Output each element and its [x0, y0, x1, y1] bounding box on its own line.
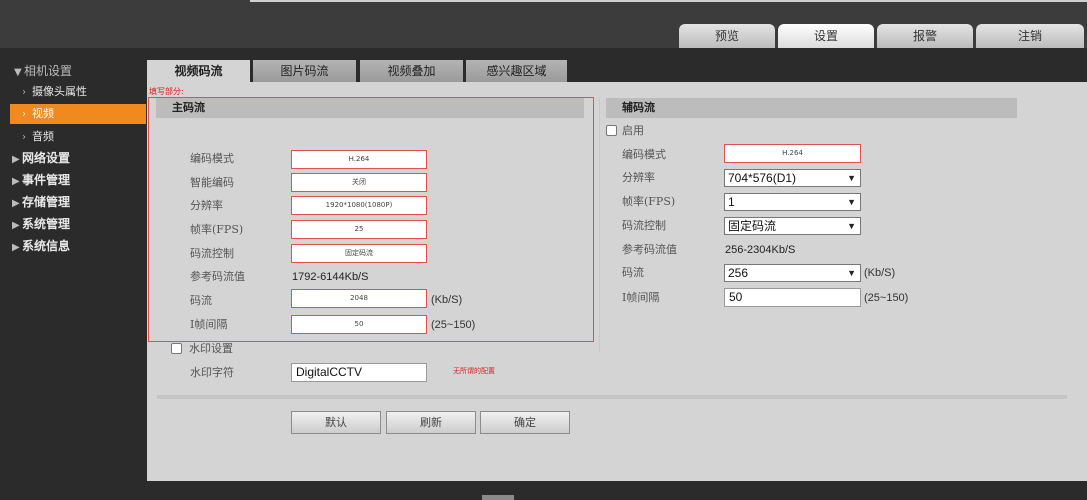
sidebar-item-camera-properties[interactable]: › 摄像头属性 — [0, 81, 147, 103]
sub-resolution-value: 704*576(D1) — [728, 171, 797, 185]
encoding-label: 编码模式 — [190, 152, 234, 165]
main-i-frame-field[interactable]: 50 — [291, 315, 427, 334]
sub-encoding-label: 编码模式 — [622, 148, 666, 161]
main-stream-header: 主码流 — [156, 98, 584, 118]
sidebar-item-video[interactable]: › 视频 — [10, 104, 146, 124]
horizontal-divider — [157, 395, 1067, 399]
nav-tab-preview[interactable]: 预览 — [679, 24, 775, 48]
sub-encoding-field[interactable]: H.264 — [724, 144, 861, 163]
triangle-right-icon: ▶ — [12, 176, 20, 187]
bottom-handle — [482, 495, 514, 500]
sidebar-item-network-settings[interactable]: ▶ 网络设置 — [0, 147, 147, 169]
i-frame-label: I帧间隔 — [190, 318, 228, 331]
sub-i-frame-range: (25~150) — [864, 292, 909, 304]
main-bitrate-field[interactable]: 2048 — [291, 289, 427, 308]
main-i-frame-range: (25~150) — [431, 319, 476, 331]
sub-ref-bitrate-label: 参考码流值 — [622, 243, 677, 256]
fill-area-note: 填写部分: — [149, 87, 184, 96]
triangle-right-icon: ▶ — [12, 154, 20, 165]
sub-resolution-select[interactable]: 704*576(D1) ▼ — [724, 169, 861, 187]
bottom-strip — [0, 481, 1087, 500]
watermark-checkbox[interactable] — [171, 343, 182, 354]
main-bitrate-unit: (Kb/S) — [431, 294, 463, 306]
top-strip — [250, 0, 1087, 2]
nav-tab-alarm[interactable]: 报警 — [877, 24, 973, 48]
resolution-label: 分辨率 — [190, 199, 223, 212]
sub-bitrate-value: 256 — [728, 266, 749, 280]
sub-bitrate-control-label: 码流控制 — [622, 219, 666, 232]
sidebar-item-label: 视频 — [32, 107, 54, 120]
no-config-note: 无所谓的配置 — [453, 367, 495, 375]
nav-tab-logout[interactable]: 注销 — [976, 24, 1084, 48]
sidebar-item-audio[interactable]: › 音频 — [0, 126, 147, 148]
watermark-enable-label: 水印设置 — [189, 342, 233, 355]
tab-picture-stream[interactable]: 图片码流 — [253, 60, 356, 82]
sidebar-item-label: 存储管理 — [22, 195, 71, 209]
chevron-down-icon: ▼ — [847, 197, 856, 207]
sub-bitrate-control-select[interactable]: 固定码流 ▼ — [724, 217, 861, 235]
sidebar-item-event-management[interactable]: ▶ 事件管理 — [0, 169, 147, 191]
chevron-down-icon: ▼ — [847, 268, 856, 278]
chevron-right-icon: › — [22, 132, 26, 143]
sub-enable-label: 启用 — [622, 124, 644, 137]
default-button[interactable]: 默认 — [291, 411, 381, 434]
sub-bitrate-control-value: 固定码流 — [728, 219, 777, 233]
watermark-text-label: 水印字符 — [190, 366, 234, 379]
chevron-right-icon: › — [22, 87, 26, 98]
sub-stream-header: 辅码流 — [606, 98, 1017, 118]
chevron-down-icon: ▼ — [847, 173, 856, 183]
main-encoding-field[interactable]: H.264 — [291, 150, 427, 169]
main-fps-field[interactable]: 25 — [291, 220, 427, 239]
chevron-down-icon: ▼ — [847, 221, 856, 231]
main-bitrate-control-field[interactable]: 固定码流 — [291, 244, 427, 263]
sidebar-item-label: 摄像头属性 — [32, 85, 87, 98]
main-smart-encoding-field[interactable]: 关闭 — [291, 173, 427, 192]
sidebar-item-label: 音频 — [32, 130, 54, 143]
triangle-right-icon: ▶ — [12, 242, 20, 253]
tab-roi[interactable]: 感兴趣区域 — [466, 60, 567, 82]
fps-label: 帧率(FPS) — [190, 223, 244, 236]
sub-fps-label: 帧率(FPS) — [622, 195, 676, 208]
sub-ref-bitrate-value: 256-2304Kb/S — [725, 244, 796, 256]
vertical-divider — [599, 97, 600, 352]
sub-fps-select[interactable]: 1 ▼ — [724, 193, 861, 211]
tab-video-stream[interactable]: 视频码流 — [147, 60, 250, 82]
tab-video-overlay[interactable]: 视频叠加 — [360, 60, 463, 82]
sidebar-item-label: 系统信息 — [22, 239, 71, 253]
sidebar-item-camera-settings[interactable]: ▼ 相机设置 — [0, 60, 147, 82]
chevron-right-icon: › — [22, 109, 26, 120]
sub-resolution-label: 分辨率 — [622, 171, 655, 184]
sidebar-item-label: 相机设置 — [24, 64, 73, 78]
main-resolution-field[interactable]: 1920*1080(1080P) — [291, 196, 427, 215]
sub-bitrate-select[interactable]: 256 ▼ — [724, 264, 861, 282]
sub-enable-checkbox[interactable] — [606, 125, 617, 136]
sidebar-item-label: 网络设置 — [22, 151, 71, 165]
main-ref-bitrate-value: 1792-6144Kb/S — [292, 271, 369, 283]
watermark-text-input[interactable]: DigitalCCTV — [291, 363, 427, 382]
bitrate-control-label: 码流控制 — [190, 247, 234, 260]
sidebar-item-label: 系统管理 — [22, 217, 71, 231]
sub-bitrate-label: 码流 — [622, 266, 644, 279]
smart-encoding-label: 智能编码 — [190, 176, 234, 189]
sub-i-frame-label: I帧间隔 — [622, 291, 660, 304]
triangle-right-icon: ▶ — [12, 220, 20, 231]
sidebar-item-label: 事件管理 — [22, 173, 71, 187]
refresh-button[interactable]: 刷新 — [386, 411, 476, 434]
sub-i-frame-input[interactable]: 50 — [724, 288, 861, 307]
sidebar-item-system-management[interactable]: ▶ 系统管理 — [0, 213, 147, 235]
sidebar-item-storage-management[interactable]: ▶ 存储管理 — [0, 191, 147, 213]
bitrate-label: 码流 — [190, 294, 212, 307]
ok-button[interactable]: 确定 — [480, 411, 570, 434]
nav-tab-settings[interactable]: 设置 — [778, 24, 874, 48]
ref-bitrate-label: 参考码流值 — [190, 270, 245, 283]
triangle-right-icon: ▶ — [12, 198, 20, 209]
sidebar-item-system-info[interactable]: ▶ 系统信息 — [0, 235, 147, 257]
sub-bitrate-unit: (Kb/S) — [864, 267, 896, 279]
sub-fps-value: 1 — [728, 195, 735, 209]
